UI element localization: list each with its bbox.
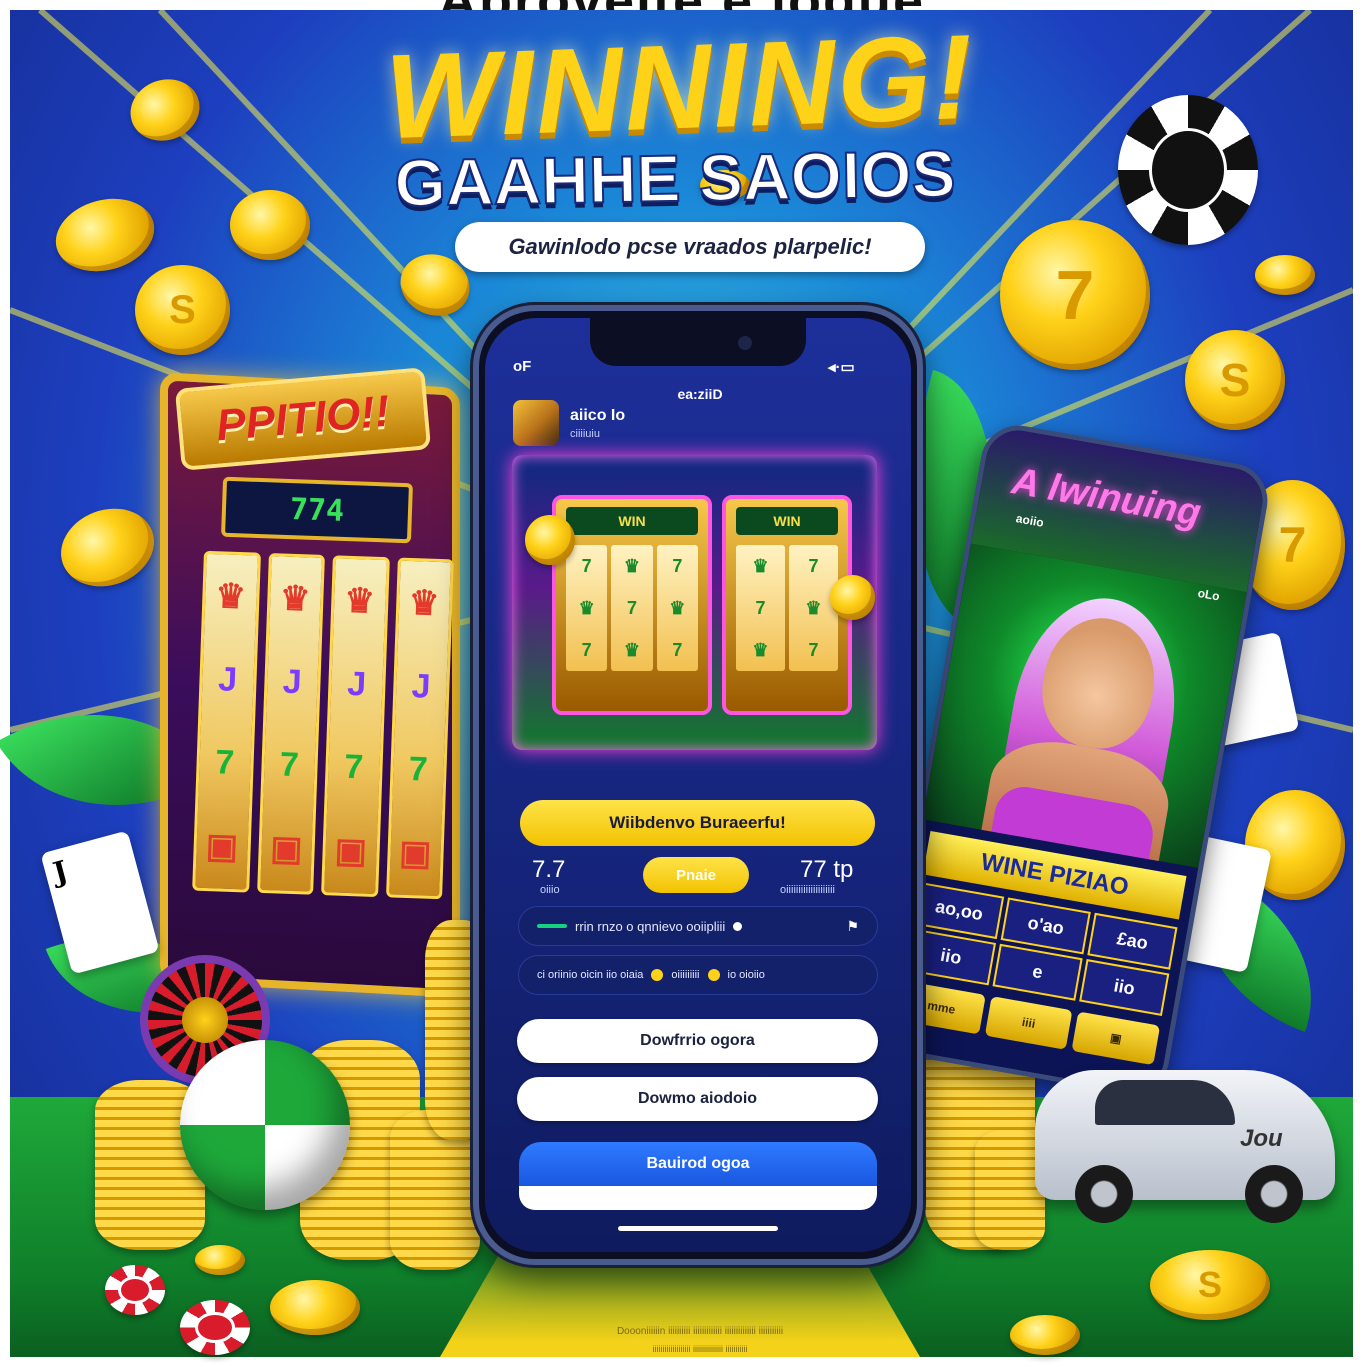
poker-chip-icon [105,1265,165,1315]
app-name: aiico Io [570,407,626,424]
slot-display: 774 [221,476,413,544]
reel-symbol: J [282,662,303,702]
hero-reel: 7 ♛ 7 [566,545,608,671]
reel-symbol: J [346,664,367,704]
car-badge: Jou [1240,1125,1283,1152]
stat-right-value: 77 tp [800,856,854,883]
phone-notch [590,318,806,366]
fine-print: Doooniiiiiin iiiiiiiiii iiiiiiiiiiiii ii… [616,1326,784,1337]
home-indicator[interactable] [618,1226,778,1231]
info-row-text: ci oriinio oicin iio oiaia [537,969,644,981]
slot-reel: ♛ J 7 ▣ [192,550,261,893]
reel-symbol: J [411,667,432,706]
camera-icon [738,336,752,350]
hero-win-label: WIN [736,507,838,535]
status-left: oF [513,358,532,375]
stat-right-label: oiiiiiiiiiiiiiiiiiiii [780,884,835,896]
stat-left-value: 7.7 [532,856,566,883]
coin-dot-icon [651,969,664,981]
winner-bar[interactable]: Wiibdenvo Buraeerfu! [520,800,875,846]
poker-chip-icon [180,1300,250,1355]
reel-symbol: ♛ [343,581,376,621]
coin-icon [525,515,575,565]
soccer-ball [180,1040,350,1210]
reel-symbol: ▣ [205,826,239,867]
coin-dot-icon [707,969,720,981]
coin-icon [1255,255,1315,295]
cta-base [519,1186,877,1210]
reel-symbol: 7 [279,745,300,785]
reel-symbol: 7 [343,747,364,787]
reel-symbol: ▣ [334,831,368,871]
coin-7-icon: 7 [1000,220,1150,370]
play-button[interactable]: Pnaie [643,857,749,893]
download-button-secondary[interactable]: Dowmo aiodoio [517,1077,878,1121]
download-now-button[interactable]: Dowfrrio ogora [517,1019,878,1063]
slot-reels: ♛ J 7 ▣ ♛ J 7 ▣ ♛ J 7 ▣ ♛ J 7 ▣ [192,550,454,900]
poker-chip-icon [1118,95,1258,245]
primary-cta-button[interactable]: Bauirod ogoa [519,1142,877,1186]
coin-s-icon: S [135,265,230,355]
reel-symbol: ▣ [398,833,433,873]
info-dot-icon [733,921,743,931]
coin-icon [830,575,875,620]
info-row[interactable]: ci oriinio oicin iio oiaia oiiiiiiiii io… [518,955,878,995]
tagline-text: Gawinlodo pcse vraados plarpelic! [508,234,872,259]
hero-reels: 7 ♛ 7 ♛ 7 ♛ 7 ♛ 7 [566,545,698,671]
coin-icon [230,190,310,260]
info-row-text: rrin rnzo o qnnievo ooiipliii [575,918,726,934]
hero-reel: 7 ♛ 7 [789,545,838,671]
hero-reels: ♛ 7 ♛ 7 ♛ 7 [736,545,838,671]
coin-s-icon: S [1150,1250,1270,1320]
game-hero-image[interactable]: WIN 7 ♛ 7 ♛ 7 ♛ 7 ♛ 7 WIN ♛ 7 ♛ 7 ♛ 7 [512,455,877,750]
app-thumbnail[interactable] [513,400,559,446]
car-wheel [1245,1165,1303,1223]
top-title: Aproveite e jogue [0,0,1363,10]
status-icons: ◂·▭ [828,359,855,376]
coin-s-icon: S [1185,330,1285,430]
flag-icon: ⚑ [846,917,859,934]
slot-reel: ♛ J 7 ▣ [385,557,454,900]
status-title: ea:ziiD [677,386,723,402]
progress-dash [537,924,567,928]
subheadline: GAAHHE SAOIOS [393,135,957,221]
reel-symbol: ▣ [269,829,304,869]
reel-symbol: ♛ [214,577,247,617]
slot-reel: ♛ J 7 ▣ [321,555,390,898]
hero-reel: ♛ 7 ♛ [611,545,653,671]
tagline-pill: Gawinlodo pcse vraados plarpelic! [455,222,925,272]
sports-car: Jou [1035,1070,1335,1223]
hero-reel: ♛ 7 ♛ [736,545,785,671]
info-row[interactable]: rrin rnzo o qnnievo ooiipliii ⚑ [518,906,878,946]
info-row-text: oiiiiiiiii [671,969,700,981]
hero-win-label: WIN [566,507,698,535]
coin-icon [195,1245,245,1275]
reel-symbol: ♛ [408,583,440,623]
reel-symbol: J [217,660,238,699]
app-subtitle: ciiiiuiu [570,428,600,440]
stat-left-label: oiiio [540,884,560,896]
coin-icon [1010,1315,1080,1355]
car-wheel [1075,1165,1133,1223]
reel-symbol: ♛ [279,579,312,619]
coin-icon [270,1280,360,1335]
hero-reel: 7 ♛ 7 [656,545,698,671]
info-row-text: io oioiio [727,969,765,981]
fine-print: iiiiiiiiiiiiiiiiiii iiiiiiiiiiiiiii iiii… [652,1344,748,1354]
reel-symbol: 7 [408,750,429,789]
slot-reel: ♛ J 7 ▣ [256,552,325,895]
reel-symbol: 7 [214,743,235,782]
hero-slot-machine: WIN 7 ♛ 7 ♛ 7 ♛ 7 ♛ 7 [552,495,712,715]
